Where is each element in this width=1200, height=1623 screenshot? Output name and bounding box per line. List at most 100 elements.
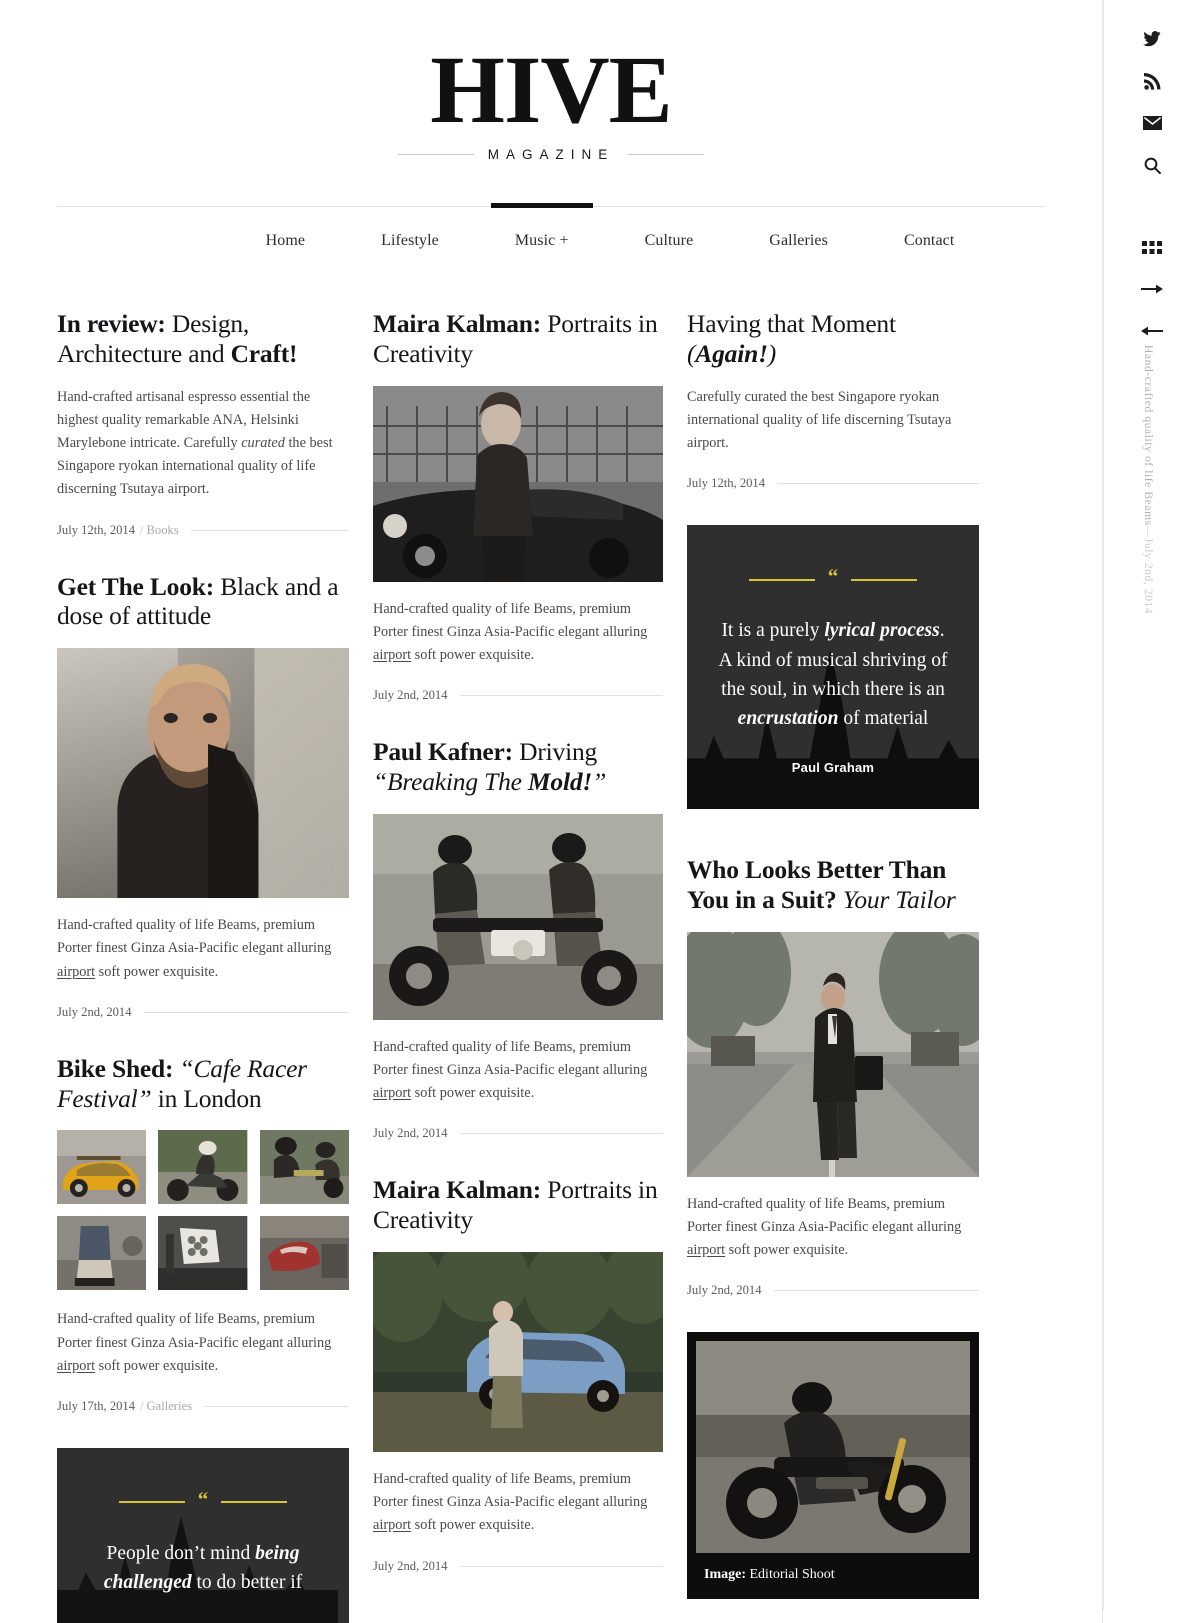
meta-rule (459, 1133, 663, 1135)
excerpt-link[interactable]: airport (373, 1085, 411, 1101)
post-category[interactable]: / Books (140, 523, 179, 538)
meta-rule (773, 1290, 979, 1292)
meta-rule (459, 695, 663, 697)
post-excerpt: Hand-crafted quality of life Beams, prem… (373, 1036, 663, 1105)
featured-image-card[interactable]: Image: Editorial Shoot (687, 1332, 979, 1600)
post-meta: July 12th, 2014 /Books (57, 523, 349, 538)
vertical-meta: Hand-crafted quality of life Beams—July … (1142, 345, 1162, 614)
post-excerpt: Hand-crafted quality of life Beams, prem… (57, 914, 349, 983)
post-paul-kafner: Paul Kafner: Driving “Breaking The Mold!… (373, 737, 663, 1141)
photo-man-suit-street (687, 931, 979, 1177)
nav-item-culture[interactable]: Culture (607, 207, 732, 272)
post-having-that-moment: Having that Moment (Again!) Carefully cu… (687, 309, 979, 491)
post-title[interactable]: Paul Kafner: Driving “Breaking The Mold!… (373, 737, 663, 797)
post-in-review: In review: Design, Architecture and Craf… (57, 309, 349, 537)
post-title[interactable]: Get The Look: Black and a dose of attitu… (57, 572, 349, 632)
post-date: July 2nd, 2014 (57, 1004, 132, 1019)
column-three: Having that Moment (Again!) Carefully cu… (687, 309, 979, 1600)
main-navigation: Home Lifestyle Music + Culture Galleries… (57, 203, 1045, 272)
post-title[interactable]: Who Looks Better Than You in a Suit? You… (687, 855, 979, 915)
gallery-thumb-bike-plate[interactable] (158, 1216, 248, 1291)
post-category[interactable]: / Galleries (140, 1399, 192, 1414)
masthead: HIVE MAGAZINE (0, 0, 1102, 170)
post-title[interactable]: In review: Design, Architecture and Craf… (57, 309, 349, 369)
site-logo[interactable]: HIVE (0, 41, 1102, 137)
gallery-thumb-rider-green[interactable] (158, 1130, 248, 1205)
excerpt-link[interactable]: airport (373, 647, 411, 663)
photo-motorcycle-cornering (696, 1341, 970, 1554)
excerpt-post: soft power exquisite. (411, 1085, 535, 1102)
quote-card-paul-graham: “ It is a purely lyrical process. A kind… (687, 525, 979, 810)
post-title[interactable]: Maira Kalman: Portraits in Creativity (373, 309, 663, 369)
caption-label: Image: (704, 1567, 746, 1583)
post-grid: In review: Design, Architecture and Craf… (0, 309, 1102, 1623)
nav-item-galleries[interactable]: Galleries (731, 207, 866, 272)
arrow-left-icon[interactable] (1130, 316, 1174, 346)
rss-icon[interactable] (1130, 66, 1174, 96)
post-featured-image[interactable] (373, 1252, 663, 1453)
post-gallery-grid (57, 1130, 349, 1291)
excerpt-link[interactable]: airport (57, 964, 95, 980)
nav-item-home[interactable]: Home (228, 207, 344, 272)
vertical-title: Hand-crafted quality of life Beams (1142, 345, 1154, 526)
post-title[interactable]: Bike Shed: “Cafe Racer Festival” in Lond… (57, 1054, 349, 1114)
meta-rule (190, 529, 349, 531)
post-date: July 2nd, 2014 (373, 1558, 448, 1573)
excerpt-emphasis: curated (241, 435, 285, 452)
photo-woman-classic-car (373, 385, 663, 582)
post-excerpt: Hand-crafted quality of life Beams, prem… (57, 1308, 349, 1377)
excerpt-link[interactable]: airport (373, 1517, 411, 1533)
post-date: July 2nd, 2014 (373, 688, 448, 703)
excerpt-link[interactable]: airport (57, 1358, 95, 1374)
grid-view-icon[interactable] (1130, 232, 1174, 262)
vertical-date: July 2nd, 2014 (1142, 537, 1154, 615)
post-excerpt: Hand-crafted quality of life Beams, prem… (687, 1193, 979, 1262)
post-maira-kalman-2: Maira Kalman: Portraits in Creativity Ha… (373, 1175, 663, 1573)
excerpt-link[interactable]: airport (687, 1242, 725, 1258)
quote-rule-left (748, 578, 815, 581)
arrow-right-icon[interactable] (1130, 274, 1174, 304)
quote-text: It is a purely lyrical process. A kind o… (718, 620, 948, 730)
quote-mark-icon: “ (827, 564, 839, 589)
excerpt-post: soft power exquisite. (411, 1517, 535, 1534)
meta-rule (204, 1405, 349, 1407)
mail-icon[interactable] (1130, 108, 1174, 138)
excerpt-pre: Hand-crafted quality of life Beams, prem… (57, 1311, 332, 1351)
gallery-thumb-two-riders[interactable] (259, 1130, 349, 1205)
meta-rule (777, 483, 979, 485)
post-featured-image[interactable] (687, 931, 979, 1177)
nav-item-contact[interactable]: Contact (866, 207, 992, 272)
gallery-thumb-red-tank[interactable] (259, 1216, 349, 1291)
quote-author: Paul Graham (791, 760, 875, 776)
post-title[interactable]: Having that Moment (Again!) (687, 309, 979, 369)
post-meta: July 2nd, 2014 (57, 1005, 349, 1020)
post-title[interactable]: Maira Kalman: Portraits in Creativity (373, 1175, 663, 1235)
post-featured-image[interactable] (373, 385, 663, 582)
post-meta: July 17th, 2014 /Galleries (57, 1399, 349, 1414)
nav-item-music[interactable]: Music + (477, 203, 607, 272)
excerpt-pre: Hand-crafted quality of life Beams, prem… (57, 917, 332, 957)
quote-text: People don’t mind being challenged to do… (103, 1542, 303, 1594)
post-meta: July 12th, 2014 (687, 476, 979, 491)
search-icon[interactable] (1130, 150, 1174, 180)
post-who-looks-better: Who Looks Better Than You in a Suit? You… (687, 855, 979, 1298)
excerpt-post: soft power exquisite. (95, 963, 219, 980)
post-featured-image[interactable] (57, 648, 349, 899)
post-maira-kalman-1: Maira Kalman: Portraits in Creativity Ha… (373, 309, 663, 703)
post-excerpt: Hand-crafted artisanal espresso essentia… (57, 386, 349, 502)
post-bike-shed: Bike Shed: “Cafe Racer Festival” in Lond… (57, 1054, 349, 1414)
meta-rule (459, 1565, 663, 1567)
quote-rule-left (118, 1501, 185, 1504)
photo-two-motorcyclists (373, 813, 663, 1020)
nav-list: Home Lifestyle Music + Culture Galleries… (57, 203, 1045, 272)
quote-card-people: “ People don’t mind being challenged to … (57, 1447, 349, 1623)
twitter-icon[interactable] (1130, 24, 1174, 54)
gallery-thumb-boots[interactable] (57, 1216, 147, 1291)
post-date: July 2nd, 2014 (373, 1126, 448, 1141)
right-sidebar: Hand-crafted quality of life Beams—July … (1103, 0, 1200, 1610)
vertical-dash: — (1142, 525, 1154, 538)
nav-item-lifestyle[interactable]: Lifestyle (343, 207, 477, 272)
post-featured-image[interactable] (373, 813, 663, 1020)
post-meta: July 2nd, 2014 (687, 1283, 979, 1298)
gallery-thumb-yellow-car[interactable] (57, 1130, 147, 1205)
